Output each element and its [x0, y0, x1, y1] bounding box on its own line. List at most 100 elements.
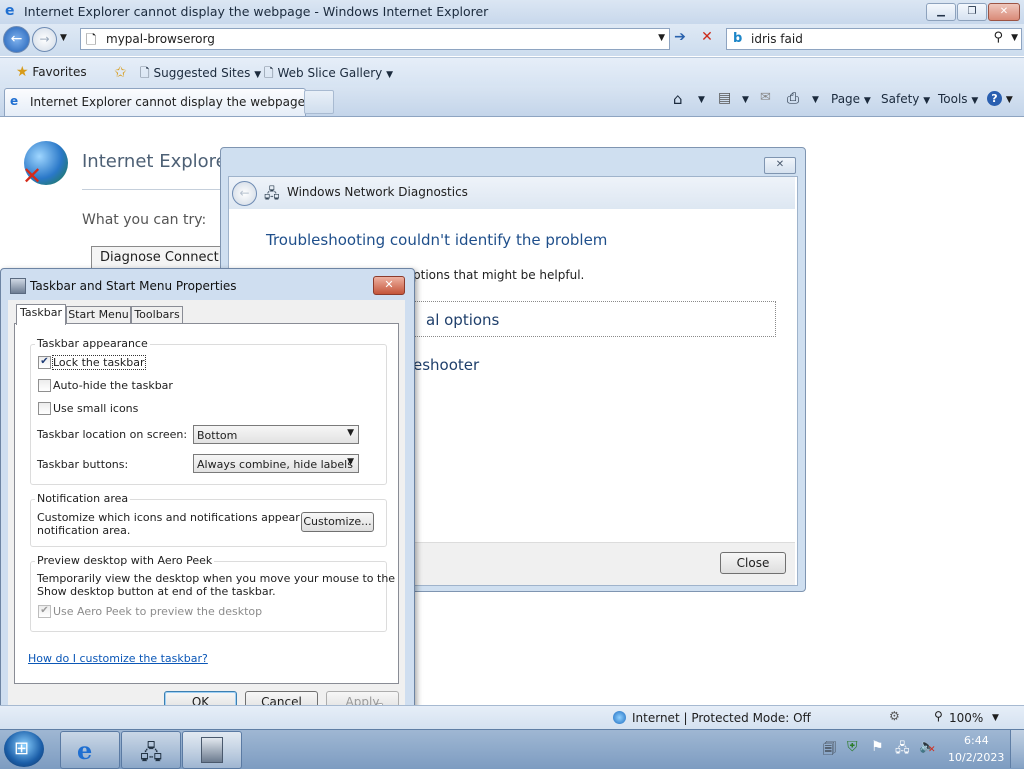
window-title: Internet Explorer cannot display the web… — [24, 4, 489, 19]
chevron-down-icon: ▼ — [347, 457, 354, 467]
feeds-dropdown-icon[interactable]: ▼ — [742, 95, 749, 105]
aero-text-line2: Show desktop button at end of the taskba… — [37, 585, 276, 598]
aero-peek-checkbox: ✔ — [38, 605, 51, 618]
tray-clipboard-icon[interactable]: 🗐 — [823, 740, 836, 762]
stop-button[interactable]: ✕ — [697, 29, 717, 49]
favorites-star-icon: ★ — [16, 64, 29, 80]
auto-hide-label[interactable]: Auto-hide the taskbar — [53, 379, 173, 392]
location-select[interactable]: Bottom ▼ — [193, 425, 359, 444]
auto-hide-checkbox[interactable] — [38, 379, 51, 392]
network-diagnostics-icon: 🖧 — [264, 186, 280, 202]
go-button[interactable]: ➔ — [670, 29, 690, 49]
page-menu-label: Page — [831, 92, 861, 106]
tray-flag-icon[interactable]: ⚑ — [871, 739, 884, 755]
location-value: Bottom — [197, 429, 238, 442]
aero-text-line1: Temporarily view the desktop when you mo… — [37, 572, 396, 585]
minimize-button[interactable]: ▁ — [926, 3, 956, 21]
location-label: Taskbar location on screen: — [37, 428, 188, 441]
bing-logo-icon: b — [733, 31, 743, 46]
chevron-down-icon: ▼ — [347, 428, 354, 438]
windows-logo-icon: ⊞ — [14, 738, 30, 759]
safety-menu-label: Safety — [881, 92, 920, 106]
tray-network-icon[interactable]: 🖧 — [895, 739, 910, 761]
zoom-level[interactable]: 100% — [949, 711, 983, 725]
address-input[interactable]: mypal-browserorg — [106, 32, 215, 46]
small-icons-checkbox[interactable] — [38, 402, 51, 415]
tab-start-menu[interactable]: Start Menu — [66, 306, 131, 324]
close-button[interactable]: ✕ — [988, 3, 1020, 21]
back-button[interactable]: ← — [3, 26, 30, 53]
diagnose-connection-label: Diagnose Connection — [100, 250, 233, 265]
diagnostics-back-button[interactable]: ← — [232, 181, 257, 206]
chevron-down-icon: ▼ — [923, 96, 931, 106]
customize-button[interactable]: Customize... — [301, 512, 374, 532]
aero-peek-legend: Preview desktop with Aero Peek — [35, 554, 215, 567]
page-menu[interactable]: Page ▼ — [831, 92, 871, 106]
security-zone-text[interactable]: Internet | Protected Mode: Off — [632, 711, 811, 725]
explore-options-link[interactable]: al options — [405, 301, 776, 337]
search-box[interactable]: b idris faid ⚲ ▼ — [726, 28, 1022, 50]
tab-title: Internet Explorer cannot display the web… — [30, 95, 305, 109]
ie-status-bar: Internet | Protected Mode: Off ⚙ ⚲ 100% … — [0, 705, 1024, 730]
clock-date[interactable]: 10/2/2023 — [948, 751, 1004, 764]
protected-mode-icon[interactable]: ⚙ — [889, 709, 900, 723]
search-icon[interactable]: ⚲ — [993, 30, 1003, 45]
zoom-dropdown-icon[interactable]: ▼ — [992, 713, 999, 723]
feeds-icon[interactable]: ▤ — [718, 90, 731, 106]
home-icon[interactable]: ⌂ — [673, 90, 683, 108]
diagnostics-close-x-button[interactable]: ✕ — [764, 157, 796, 174]
help-button[interactable]: ? ▼ — [987, 91, 1013, 106]
search-dropdown-icon[interactable]: ▼ — [1011, 33, 1018, 43]
lock-taskbar-checkbox[interactable]: ✔ — [38, 356, 51, 369]
maximize-button[interactable]: ❐ — [957, 3, 987, 21]
page-icon: 🗋 — [140, 66, 150, 80]
diagnostics-close-button[interactable]: Close — [720, 552, 786, 574]
forward-button[interactable]: → — [32, 27, 57, 52]
web-slice-gallery-link[interactable]: 🗋 Web Slice Gallery ▼ — [264, 64, 393, 85]
small-icons-label[interactable]: Use small icons — [53, 402, 138, 415]
page-icon: 🗋 — [86, 33, 97, 48]
address-dropdown-icon[interactable]: ▼ — [658, 33, 665, 43]
taskbar-properties-icon — [201, 737, 223, 763]
tab-current[interactable]: e Internet Explorer cannot display the w… — [4, 88, 306, 116]
chevron-down-icon: ▼ — [971, 96, 979, 106]
address-bar[interactable]: 🗋 mypal-browserorg ▼ — [80, 28, 670, 50]
buttons-value: Always combine, hide labels — [197, 458, 353, 471]
mail-icon[interactable]: ✉ — [760, 90, 771, 105]
explore-options-label: al options — [426, 311, 500, 329]
taskbar-properties-button[interactable] — [182, 731, 242, 769]
new-tab-button[interactable] — [304, 90, 334, 114]
taskbar-properties-close-button[interactable]: ✕ — [373, 276, 405, 295]
taskbar-internet-explorer[interactable]: e — [60, 731, 120, 769]
web-slice-gallery-label: Web Slice Gallery — [277, 66, 383, 80]
show-desktop-button[interactable] — [1010, 730, 1024, 768]
diagnostics-title: Windows Network Diagnostics — [287, 185, 468, 199]
troubleshooter-label: eshooter — [413, 356, 480, 374]
tools-menu[interactable]: Tools ▼ — [938, 92, 978, 106]
home-dropdown-icon[interactable]: ▼ — [698, 95, 705, 105]
search-input[interactable]: idris faid — [751, 32, 803, 46]
print-dropdown-icon[interactable]: ▼ — [812, 95, 819, 105]
favorites-button[interactable]: ★ Favorites — [16, 64, 87, 80]
recent-pages-dropdown-icon[interactable]: ▼ — [60, 33, 67, 43]
suggested-sites-link[interactable]: 🗋 Suggested Sites ▼ — [140, 64, 261, 85]
clock-time[interactable]: 6:44 — [964, 734, 989, 747]
tray-security-icon[interactable]: ⛨ — [847, 739, 858, 755]
tab-taskbar[interactable]: Taskbar — [16, 304, 66, 325]
network-diagnostics-icon: 🖧 — [140, 740, 163, 764]
troubleshooter-link[interactable]: eshooter — [413, 356, 479, 374]
customize-help-link[interactable]: How do I customize the taskbar? — [28, 652, 208, 665]
diagnose-connection-button[interactable]: Diagnose Connection — [91, 246, 233, 270]
buttons-select[interactable]: Always combine, hide labels ▼ — [193, 454, 359, 473]
lock-taskbar-label[interactable]: Lock the taskbar — [52, 355, 146, 370]
volume-muted-icon: ✕ — [928, 745, 936, 755]
taskbar-appearance-legend: Taskbar appearance — [35, 337, 150, 350]
add-to-favorites-icon[interactable]: ✩ — [114, 63, 127, 81]
taskbar-network-diagnostics[interactable]: 🖧 — [121, 731, 181, 769]
tab-toolbars[interactable]: Toolbars — [131, 306, 183, 324]
ie-page-icon: e — [10, 94, 19, 108]
safety-menu[interactable]: Safety ▼ — [881, 92, 930, 106]
print-icon[interactable]: ⎙ — [787, 89, 799, 107]
diagnostics-header: ← 🖧 Windows Network Diagnostics — [229, 177, 795, 209]
zoom-icon[interactable]: ⚲ — [934, 709, 943, 723]
